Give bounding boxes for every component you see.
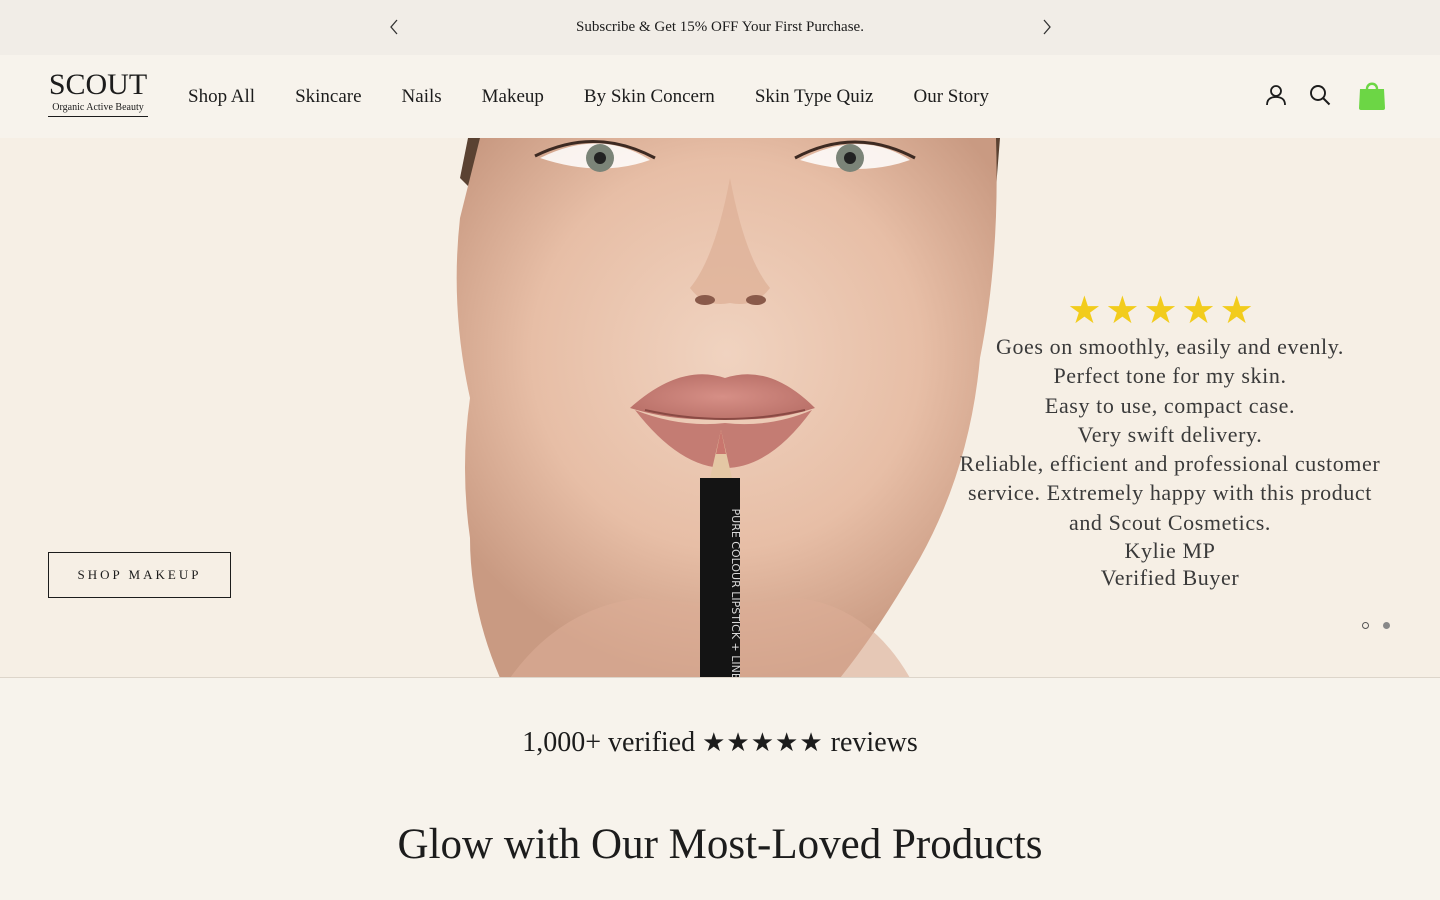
verified-reviews-prefix: 1,000+ verified xyxy=(522,727,696,758)
verified-buyer-label: Verified Buyer xyxy=(1100,565,1240,591)
search-icon[interactable] xyxy=(1308,83,1332,107)
nav-nails[interactable]: Nails xyxy=(402,86,442,108)
chevron-right-icon[interactable] xyxy=(1037,17,1057,37)
section-title: Glow with Our Most-Loved Products xyxy=(397,821,1043,868)
nav-makeup[interactable]: Makeup xyxy=(482,86,544,108)
nav-our-story[interactable]: Our Story xyxy=(913,86,988,108)
pencil-label: PURE COLOUR LIPSTICK + LINER xyxy=(729,509,742,678)
nav-skin-type-quiz[interactable]: Skin Type Quiz xyxy=(755,86,874,108)
logo[interactable]: SCOUT Organic Active Beauty xyxy=(48,69,150,119)
verified-reviews-suffix: reviews xyxy=(830,727,918,758)
rating-stars: ★★★★★ xyxy=(702,728,824,757)
verified-reviews-badge[interactable]: 1,000+ verified ★★★★★ reviews xyxy=(0,727,1440,759)
slide-dot-2[interactable] xyxy=(1383,622,1390,629)
hero-banner: PURE COLOUR LIPSTICK + LINER SHOP MAKEUP… xyxy=(0,138,1440,678)
nav-skincare[interactable]: Skincare xyxy=(295,86,361,108)
review-line: service. Extremely happy with this produ… xyxy=(968,480,1372,506)
logo-tagline: Organic Active Beauty xyxy=(48,102,148,117)
review-stars: ★★★★★ xyxy=(1067,288,1258,332)
logo-wordmark: SCOUT xyxy=(48,68,148,101)
announcement-bar: Subscribe & Get 15% OFF Your First Purch… xyxy=(0,0,1440,55)
review-line: Perfect tone for my skin. xyxy=(1053,363,1287,389)
review-line: Reliable, efficient and professional cus… xyxy=(959,451,1381,477)
shop-makeup-button[interactable]: SHOP MAKEUP xyxy=(48,552,231,598)
review-author: Kylie MP xyxy=(1124,538,1216,564)
site-header: SCOUT Organic Active Beauty Shop All Ski… xyxy=(0,55,1440,138)
slider-pagination xyxy=(1362,622,1390,629)
shopping-bag-icon[interactable] xyxy=(1356,79,1388,111)
review-line: and Scout Cosmetics. xyxy=(1068,509,1272,535)
nav-by-skin-concern[interactable]: By Skin Concern xyxy=(584,86,715,108)
slide-dot-1[interactable] xyxy=(1362,622,1369,629)
chevron-left-icon[interactable] xyxy=(384,17,404,37)
announcement-text[interactable]: Subscribe & Get 15% OFF Your First Purch… xyxy=(576,19,864,36)
account-icon[interactable] xyxy=(1264,83,1288,107)
review-line: Easy to use, compact case. xyxy=(1044,392,1296,418)
main-nav: Shop All Skincare Nails Makeup By Skin C… xyxy=(188,55,989,138)
nav-shop-all[interactable]: Shop All xyxy=(188,86,255,108)
review-line: Very swift delivery. xyxy=(1077,421,1263,447)
customer-review: ★★★★★ Goes on smoothly, easily and evenl… xyxy=(930,288,1410,591)
review-line: Goes on smoothly, easily and evenly. xyxy=(995,334,1345,359)
